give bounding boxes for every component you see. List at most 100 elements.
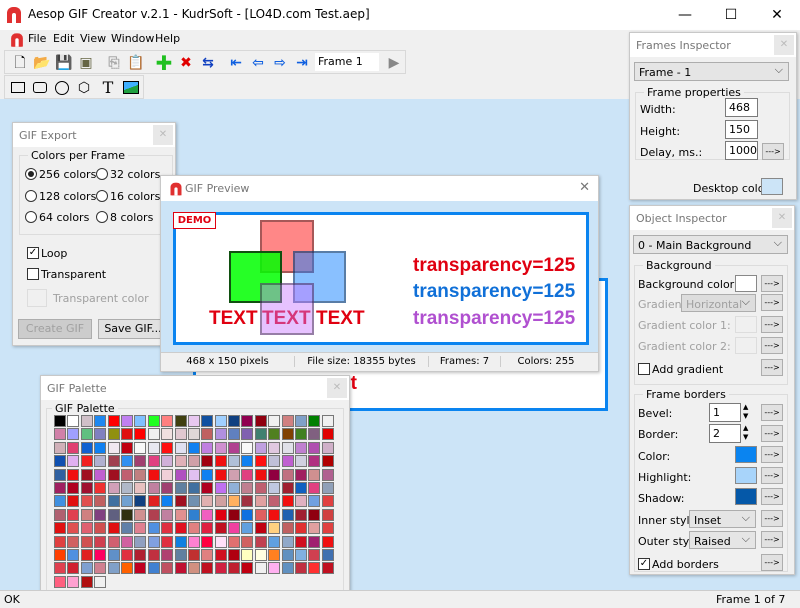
palette-color[interactable] — [254, 455, 267, 468]
palette-color[interactable] — [174, 535, 187, 548]
palette-color[interactable] — [147, 535, 160, 548]
palette-color[interactable] — [228, 548, 241, 561]
palette-color[interactable] — [67, 481, 80, 494]
palette-color[interactable] — [107, 455, 120, 468]
transparent-checkbox[interactable] — [27, 268, 39, 280]
palette-color[interactable] — [268, 535, 281, 548]
ellipse-tool-icon[interactable] — [55, 81, 69, 95]
palette-color[interactable] — [268, 508, 281, 521]
palette-color[interactable] — [80, 455, 93, 468]
palette-color[interactable] — [67, 548, 80, 561]
palette-color[interactable] — [308, 508, 321, 521]
palette-color[interactable] — [80, 441, 93, 454]
border-input[interactable]: 2 — [709, 424, 741, 443]
delete-frame-icon[interactable]: ✖ — [177, 54, 195, 72]
palette-color[interactable] — [308, 428, 321, 441]
palette-color[interactable] — [67, 535, 80, 548]
palette-color[interactable] — [120, 522, 133, 535]
palette-color[interactable] — [295, 468, 308, 481]
menu-edit[interactable]: Edit — [53, 32, 74, 45]
palette-color[interactable] — [120, 481, 133, 494]
palette-color[interactable] — [161, 415, 174, 427]
apply-delay-button[interactable]: ---> — [762, 143, 784, 160]
palette-color[interactable] — [174, 441, 187, 454]
close-button[interactable]: ✕ — [754, 0, 800, 30]
palette-color[interactable] — [134, 562, 147, 575]
palette-color[interactable] — [321, 495, 334, 508]
palette-color[interactable] — [281, 481, 294, 494]
palette-color[interactable] — [120, 535, 133, 548]
palette-color[interactable] — [308, 562, 321, 575]
outer-style-select[interactable]: Raised — [689, 531, 756, 549]
palette-color[interactable] — [67, 468, 80, 481]
new-icon[interactable]: 🗋 — [11, 54, 29, 72]
palette-color[interactable] — [147, 562, 160, 575]
palette-color[interactable] — [67, 508, 80, 521]
palette-color[interactable] — [228, 441, 241, 454]
palette-color[interactable] — [254, 428, 267, 441]
palette-color[interactable] — [107, 468, 120, 481]
palette-color[interactable] — [147, 455, 160, 468]
radio-32[interactable] — [96, 168, 108, 180]
palette-color[interactable] — [295, 455, 308, 468]
highlight-color-swatch[interactable] — [735, 467, 757, 484]
apply-button[interactable]: ---> — [761, 425, 783, 442]
palette-color[interactable] — [295, 548, 308, 561]
palette-color[interactable] — [54, 481, 66, 494]
palette-color[interactable] — [54, 455, 66, 468]
palette-color[interactable] — [161, 562, 174, 575]
palette-color[interactable] — [321, 455, 334, 468]
palette-color[interactable] — [228, 562, 241, 575]
palette-color[interactable] — [54, 508, 66, 521]
palette-color[interactable] — [308, 441, 321, 454]
palette-color[interactable] — [174, 495, 187, 508]
desktop-color-swatch[interactable] — [761, 178, 783, 195]
palette-color[interactable] — [201, 428, 214, 441]
palette-color[interactable] — [67, 428, 80, 441]
palette-color[interactable] — [67, 495, 80, 508]
palette-color[interactable] — [281, 415, 294, 427]
first-frame-icon[interactable]: ⇤ — [227, 54, 245, 72]
palette-color[interactable] — [254, 441, 267, 454]
palette-color[interactable] — [228, 468, 241, 481]
palette-color[interactable] — [134, 508, 147, 521]
palette-color[interactable] — [214, 548, 227, 561]
palette-color[interactable] — [187, 481, 200, 494]
palette-color[interactable] — [321, 508, 334, 521]
palette-color[interactable] — [228, 455, 241, 468]
palette-color[interactable] — [254, 468, 267, 481]
palette-color[interactable] — [147, 508, 160, 521]
palette-color[interactable] — [134, 441, 147, 454]
frame-field[interactable]: Frame 1 — [315, 53, 379, 71]
palette-color[interactable] — [161, 428, 174, 441]
apply-button[interactable]: ---> — [761, 467, 783, 484]
palette-color[interactable] — [308, 535, 321, 548]
palette-color[interactable] — [214, 535, 227, 548]
palette-color[interactable] — [308, 468, 321, 481]
apply-button[interactable]: ---> — [761, 446, 783, 463]
radio-256[interactable] — [25, 168, 37, 180]
palette-color[interactable] — [241, 415, 254, 427]
radio-64[interactable] — [25, 211, 37, 223]
palette-color[interactable] — [281, 562, 294, 575]
palette-color[interactable] — [228, 508, 241, 521]
palette-color[interactable] — [107, 522, 120, 535]
palette-color[interactable] — [187, 535, 200, 548]
palette-color[interactable] — [295, 562, 308, 575]
palette-color[interactable] — [321, 535, 334, 548]
palette-color[interactable] — [54, 535, 66, 548]
palette-color[interactable] — [174, 548, 187, 561]
palette-color[interactable] — [120, 495, 133, 508]
transparent-color-swatch[interactable] — [27, 289, 47, 307]
palette-color[interactable] — [107, 535, 120, 548]
palette-color[interactable] — [161, 508, 174, 521]
palette-color[interactable] — [241, 481, 254, 494]
add-borders-checkbox[interactable]: ✓ — [638, 558, 650, 570]
palette-color[interactable] — [147, 522, 160, 535]
palette-color[interactable] — [107, 481, 120, 494]
palette-color[interactable] — [295, 495, 308, 508]
palette-color[interactable] — [295, 522, 308, 535]
bg-color-swatch[interactable] — [735, 275, 757, 292]
palette-color[interactable] — [201, 441, 214, 454]
palette-color[interactable] — [201, 508, 214, 521]
